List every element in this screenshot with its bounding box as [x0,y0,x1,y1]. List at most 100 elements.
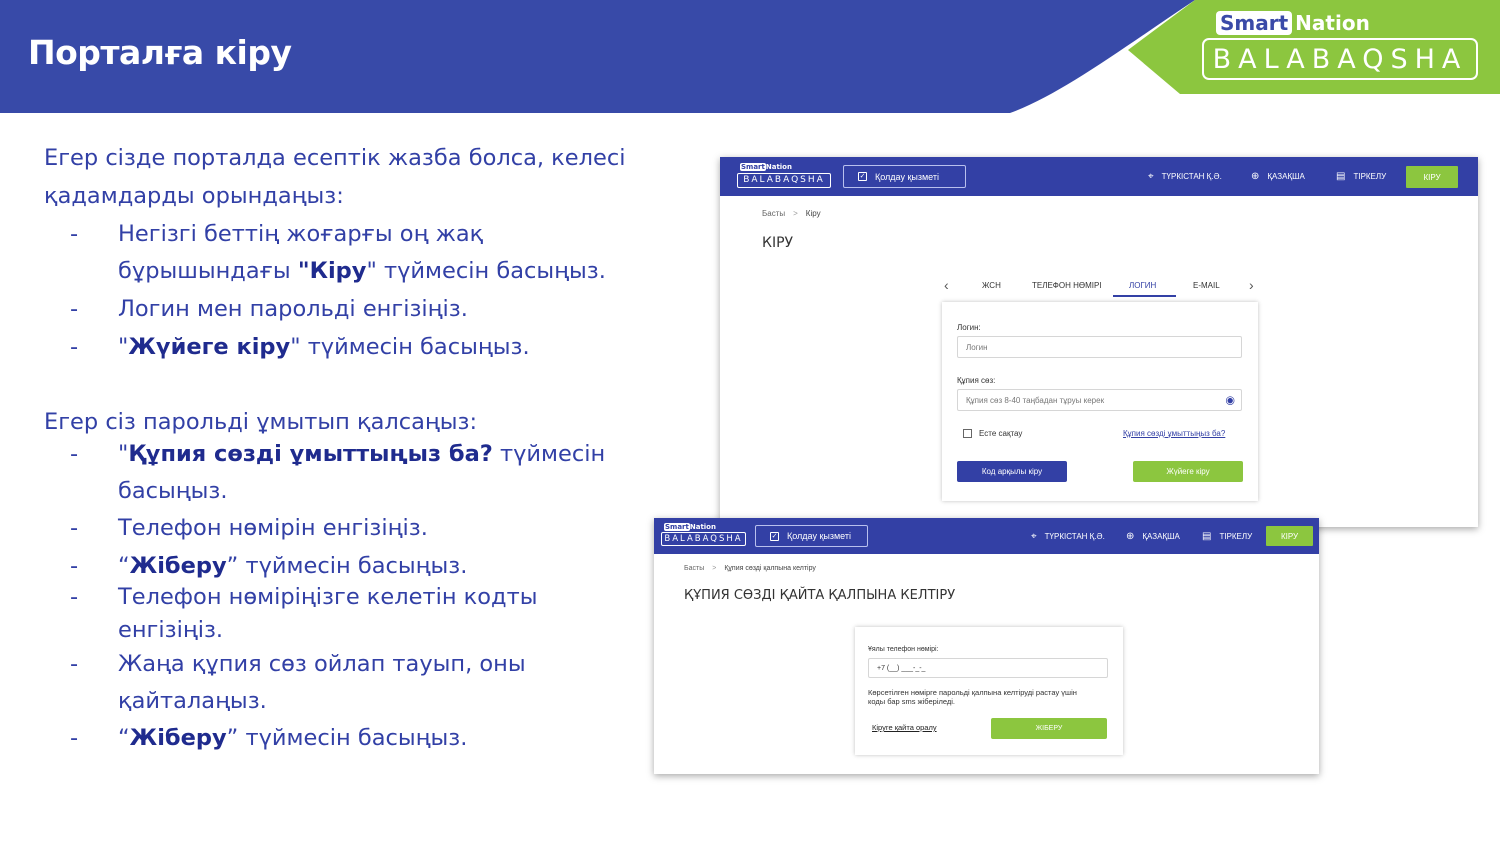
login-screenshot: SmartNation BALABAQSHA ✓ Қолдау қызметі ⌖… [720,157,1478,527]
breadcrumb-current: Кіру [805,209,821,218]
step-post: түймесін [492,441,606,467]
password-input[interactable]: Құпия сөз 8-40 таңбадан тұруы керек ◉ [957,389,1242,411]
step-pre: “ [118,725,130,751]
remember-label: Есте сақтау [979,429,1023,438]
step-line: басыңыз. [118,478,228,504]
support-button[interactable]: ✓ Қолдау қызметі [755,525,868,547]
phone-input[interactable]: +7 (__) ___-_-_ [868,658,1108,678]
step-bold: Жүйеге кіру [128,334,291,360]
globe-icon: ⊕ [1126,531,1135,542]
send-button[interactable]: ЖІБЕРУ [991,718,1107,739]
register-label: ТІРКЕЛУ [1353,172,1387,181]
list-text: Негізгі беттің жоғарғы оң жақ бұрышындағ… [118,216,658,290]
list-text: "Құпия сөзді ұмыттыңыз ба? түймесін басың… [118,436,658,510]
chevron-right-icon[interactable]: › [1249,277,1254,293]
list-dash: - [70,334,79,360]
list-item: - Негізгі беттің жоғарғы оң жақ бұрышынд… [44,216,644,292]
logo-nation: Nation [689,523,716,531]
location-link[interactable]: ⌖ ТҮРКІСТАН Қ.Ә. [1148,171,1222,182]
location-pin-icon: ⌖ [1148,171,1154,182]
step-line: Негізгі беттің жоғарғы оң жақ [118,221,484,247]
forgot-password-link[interactable]: Құпия сөзді ұмыттыңыз ба? [1123,429,1225,438]
step-pre: “ [118,553,130,579]
remember-checkbox[interactable]: Есте сақтау [963,429,1022,438]
eye-icon[interactable]: ◉ [1225,394,1235,407]
list-text: Жаңа құпия сөз ойлап тауып, оны қайталаңы… [118,646,658,720]
list-text: “Жіберу” түймесін басыңыз. [118,720,658,757]
checkbox-icon: ✓ [770,531,779,541]
step-line: Жаңа құпия сөз ойлап тауып, оны [118,651,526,677]
location-label: ТҮРКІСТАН Қ.Ә. [1044,532,1105,541]
list-dash: - [70,553,79,579]
step-bold: "Кіру [297,258,367,284]
brand-smart: Smart [1216,11,1293,35]
note-line: коды бар sms жіберіледі. [868,697,956,706]
logo-smart: Smart [740,163,766,171]
step-line: енгізіңіз. [118,617,224,643]
nav-logo[interactable]: BALABAQSHA [661,532,746,546]
nav-login-button[interactable]: КІРУ [1266,526,1313,546]
register-link[interactable]: ▤ ТІРКЕЛУ [1202,531,1252,542]
login-input[interactable]: Логин [957,336,1242,358]
active-tab-underline [1113,295,1176,297]
globe-icon: ⊕ [1251,171,1260,182]
list-dash: - [70,651,79,677]
reset-screenshot: SmartNation BALABAQSHA ✓ Қолдау қызметі ⌖… [654,518,1319,774]
back-to-login-link[interactable]: Кіруге қайта оралу [872,723,937,732]
language-label: ҚАЗАҚША [1267,172,1305,181]
step-pre: " [118,441,129,467]
nav-login-button[interactable]: КІРУ [1406,166,1458,188]
reset-form-card: Ұялы телефон нөмірі: +7 (__) ___-_-_ Көр… [855,627,1123,755]
breadcrumb-home[interactable]: Басты [762,209,785,218]
step-line: Телефон нөміріңізге келетін кодты [118,584,538,610]
chevron-left-icon[interactable]: ‹ [944,277,949,293]
site-navbar: SmartNation BALABAQSHA ✓ Қолдау қызметі ⌖… [720,157,1478,196]
checkbox-box[interactable] [963,429,972,438]
logo-smart: Smart [664,523,690,531]
step-bold: Құпия сөзді ұмыттыңыз ба? [128,441,493,467]
step-post: ” түймесін басыңыз. [226,553,468,579]
document-icon: ▤ [1336,171,1346,182]
support-label: Қолдау қызметі [787,531,852,541]
list-dash: - [70,515,79,541]
nav-logo[interactable]: BALABAQSHA [737,173,831,188]
nav-logo-smart: SmartNation [664,523,716,531]
breadcrumb-current: Құпия сөзді қалпына келтіру [724,565,816,572]
language-link[interactable]: ⊕ ҚАЗАҚША [1251,171,1305,182]
brand-logo: Smart Nation BALABAQSHA [1202,10,1478,82]
support-button[interactable]: ✓ Қолдау қызметі [843,165,966,188]
step-pre: бұрышындағы [118,258,298,284]
note-line: Көрсетілген нөмірге парольді қалпына кел… [868,688,1077,697]
list-dash: - [70,725,79,751]
step-line: қайталаңыз. [118,688,267,714]
list-text: "Жүйеге кіру" түймесін басыңыз. [118,329,658,366]
tab-login[interactable]: ЛОГИН [1129,281,1156,290]
register-link[interactable]: ▤ ТІРКЕЛУ [1336,171,1386,182]
step-post: " түймесін басыңыз. [290,334,530,360]
brand-smart-nation: Smart Nation [1216,10,1370,36]
location-link[interactable]: ⌖ ТҮРКІСТАН Қ.Ә. [1031,531,1105,542]
code-login-button[interactable]: Код арқылы кіру [957,461,1067,482]
password-placeholder: Құпия сөз 8-40 таңбадан тұруы керек [966,395,1105,405]
support-label: Қолдау қызметі [875,171,940,182]
submit-login-button[interactable]: Жүйеге кіру [1133,461,1243,482]
document-icon: ▤ [1202,531,1212,542]
brand-nation: Nation [1295,11,1370,35]
step-bold: Жіберу [129,725,227,751]
list-dash: - [70,584,79,610]
login-tabs: ‹ ЖСН ТЕЛЕФОН НӨМІРІ ЛОГИН E-MAIL › [940,277,1260,301]
breadcrumb: Басты > Кіру [762,209,821,218]
tab-iin[interactable]: ЖСН [982,281,1001,290]
step-bold: Жіберу [129,553,227,579]
language-link[interactable]: ⊕ ҚАЗАҚША [1126,531,1180,542]
list-text: Телефон нөмірін енгізіңіз. [118,515,428,541]
login-form-card: Логин: Логин Құпия сөз: Құпия сөз 8-40 т… [942,302,1258,501]
step-post: ” түймесін басыңыз. [226,725,468,751]
list-text: Логин мен парольді енгізіңіз. [118,296,468,322]
breadcrumb: Басты > Құпия сөзді қалпына келтіру [684,565,816,572]
tab-phone[interactable]: ТЕЛЕФОН НӨМІРІ [1032,281,1102,290]
tab-email[interactable]: E-MAIL [1193,281,1220,290]
site-navbar: SmartNation BALABAQSHA ✓ Қолдау қызметі ⌖… [654,518,1319,554]
phone-label: Ұялы телефон нөмірі: [868,646,939,653]
breadcrumb-home[interactable]: Басты [684,565,704,572]
